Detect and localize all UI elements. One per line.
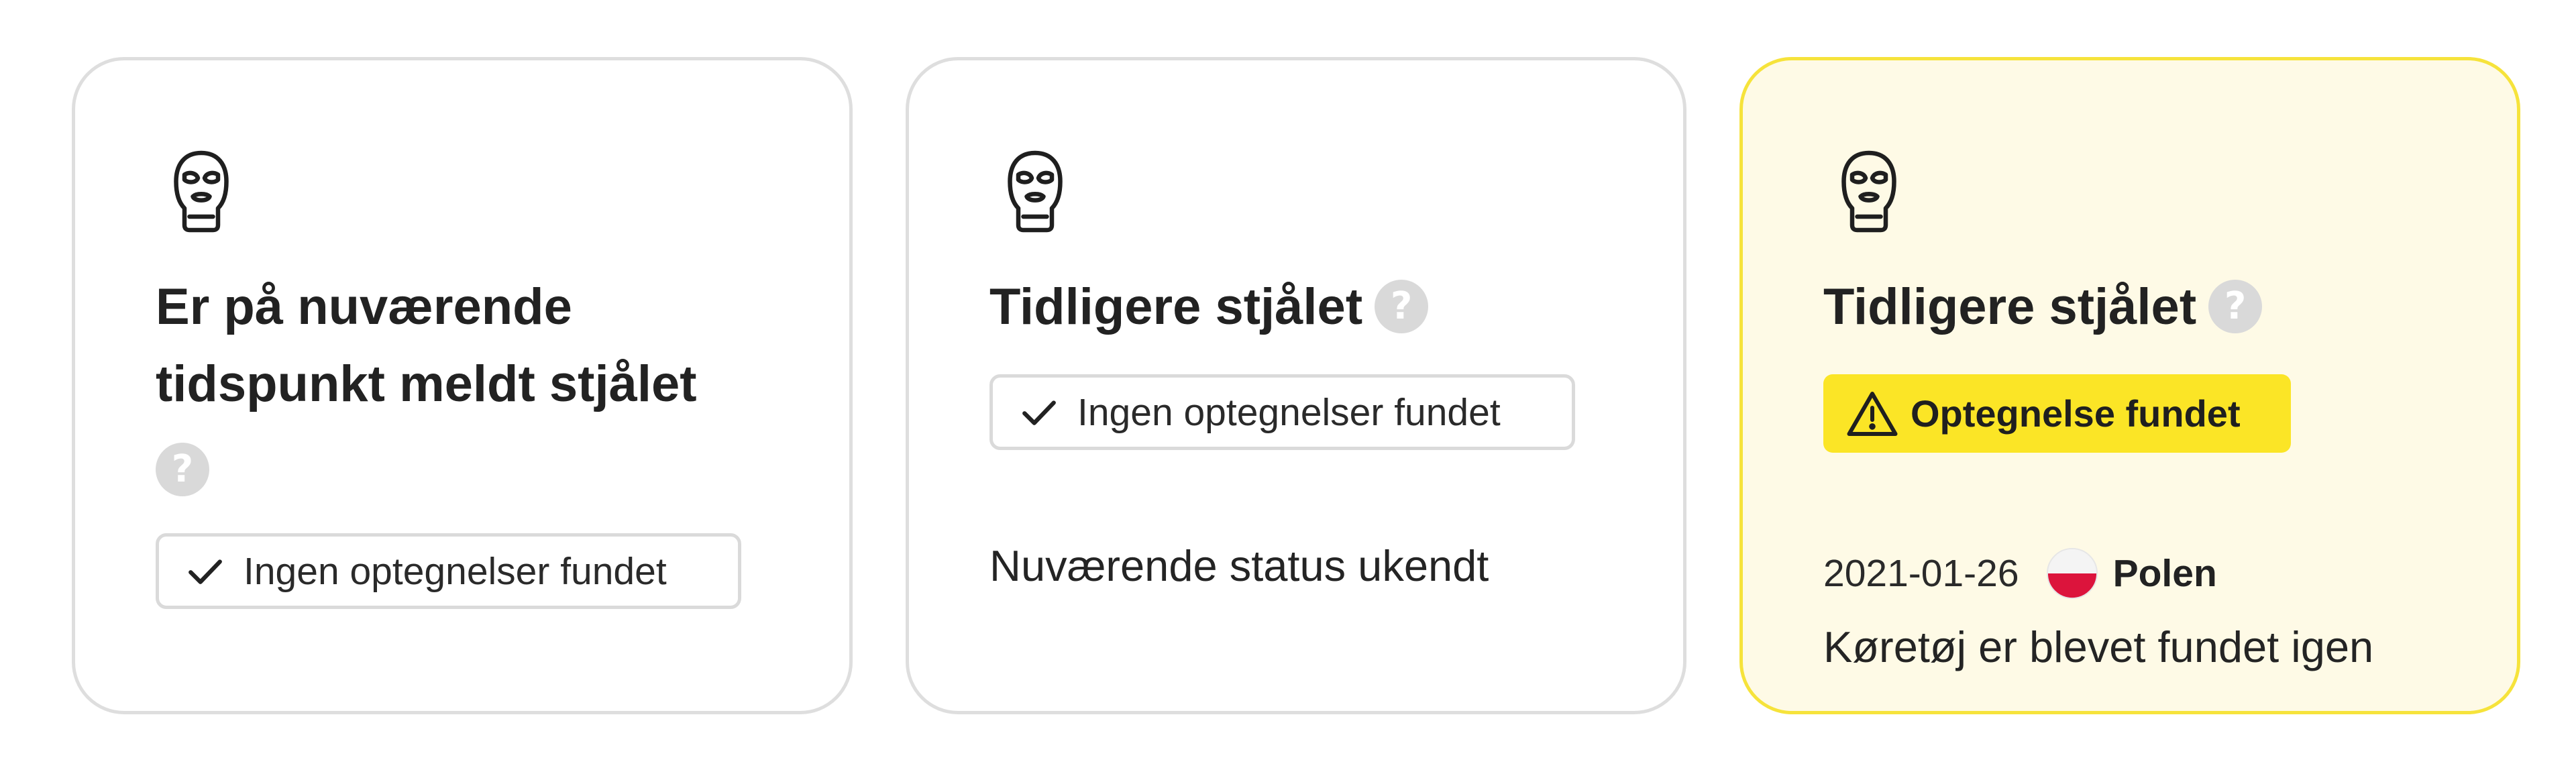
status-description: Køretøj er blevet fundet igen — [1823, 622, 2374, 671]
record-found-badge: Optegnelse fundet — [1823, 374, 2291, 453]
poland-flag-icon — [2046, 547, 2098, 600]
theft-record: 2021-01-26 Polen — [1823, 543, 2217, 604]
balaclava-icon — [1005, 150, 1065, 233]
previously-stolen-card: Tidligere stjålet? Ingen optegnelser fun… — [906, 57, 1686, 714]
badge-label: Optegnelse fundet — [1911, 392, 2241, 435]
card-title: Er på nuværende tidspunkt meldt stjålet — [156, 278, 697, 412]
currently-reported-stolen-card: Er på nuværende tidspunkt meldt stjålet … — [72, 57, 853, 714]
question-mark-icon[interactable]: ? — [156, 443, 209, 496]
card-title: Tidligere stjålet? — [989, 268, 1633, 345]
question-mark-icon[interactable]: ? — [1375, 279, 1429, 333]
question-mark-icon[interactable]: ? — [2208, 279, 2263, 333]
no-records-status: Ingen optegnelser fundet — [156, 533, 741, 609]
check-icon — [189, 559, 222, 584]
status-label: Ingen optegnelser fundet — [1077, 390, 1501, 434]
status-description: Nuværende status ukendt — [989, 541, 1489, 590]
stolen-vehicle-checks: Er på nuværende tidspunkt meldt stjålet … — [0, 0, 2576, 776]
status-label: Ingen optegnelser fundet — [244, 549, 667, 593]
no-records-status: Ingen optegnelser fundet — [989, 374, 1575, 450]
balaclava-icon — [1839, 150, 1899, 233]
card-title: Tidligere stjålet? — [1823, 268, 2467, 345]
previously-stolen-record-card: Tidligere stjålet? Optegnelse fundet 202… — [1739, 57, 2520, 714]
balaclava-icon — [171, 150, 231, 233]
warning-icon — [1847, 391, 1898, 436]
record-country: Polen — [2112, 552, 2217, 595]
check-icon — [1022, 400, 1056, 425]
record-date: 2021-01-26 — [1823, 552, 2019, 595]
